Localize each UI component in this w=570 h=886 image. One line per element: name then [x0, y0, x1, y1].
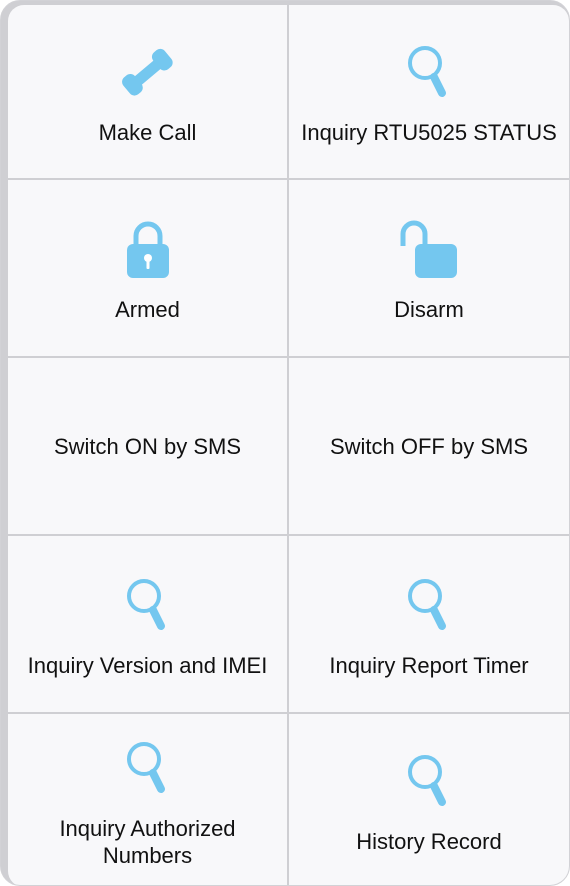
history-record-label: History Record — [356, 829, 502, 854]
command-grid-frame: Make Call Inquiry RTU5025 STATUS Armed D… — [0, 0, 570, 886]
switch-on-sms-button[interactable]: Switch ON by SMS — [8, 358, 287, 534]
inquiry-authorized-numbers-button[interactable]: Inquiry Authorized Numbers — [8, 714, 287, 885]
switch-off-sms-label: Switch OFF by SMS — [329, 433, 529, 459]
magnifier-icon — [112, 570, 184, 642]
magnifier-icon — [393, 570, 465, 642]
inquiry-version-imei-button[interactable]: Inquiry Version and IMEI — [8, 536, 287, 712]
inquiry-report-timer-label: Inquiry Report Timer — [329, 652, 529, 678]
armed-label: Armed — [115, 296, 180, 322]
armed-button[interactable]: Armed — [8, 180, 287, 356]
inquiry-version-imei-label: Inquiry Version and IMEI — [27, 652, 268, 678]
inquiry-status-label: Inquiry RTU5025 STATUS — [301, 120, 557, 145]
lock-closed-icon — [112, 214, 184, 286]
switch-on-sms-label: Switch ON by SMS — [53, 433, 242, 459]
inquiry-authorized-numbers-label: Inquiry Authorized Numbers — [59, 815, 236, 868]
lock-open-icon — [393, 214, 465, 286]
disarm-button[interactable]: Disarm — [289, 180, 569, 356]
history-record-button[interactable]: History Record — [289, 714, 569, 885]
command-grid: Make Call Inquiry RTU5025 STATUS Armed D… — [8, 5, 569, 885]
inquiry-status-button[interactable]: Inquiry RTU5025 STATUS — [289, 5, 569, 178]
magnifier-icon — [393, 37, 465, 109]
make-call-label: Make Call — [98, 120, 197, 145]
inquiry-report-timer-button[interactable]: Inquiry Report Timer — [289, 536, 569, 712]
phone-icon — [112, 37, 184, 109]
make-call-button[interactable]: Make Call — [8, 5, 287, 178]
magnifier-icon — [112, 733, 184, 805]
disarm-label: Disarm — [394, 296, 464, 322]
switch-off-sms-button[interactable]: Switch OFF by SMS — [289, 358, 569, 534]
magnifier-icon — [393, 746, 465, 818]
